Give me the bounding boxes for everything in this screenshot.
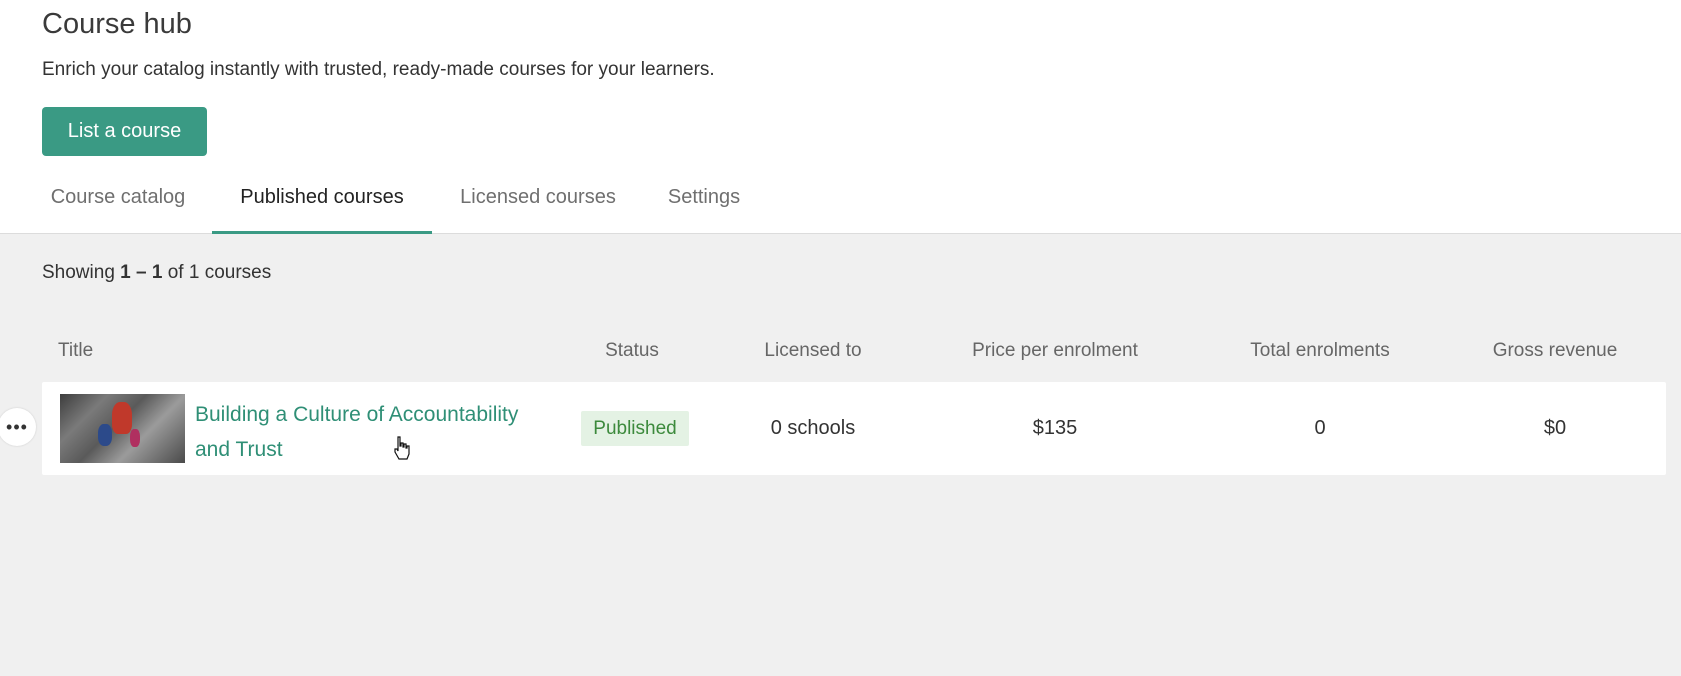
licensed-to-cell: 0 schools [770, 417, 856, 439]
column-header-gross-revenue: Gross revenue [1492, 340, 1618, 361]
column-header-title: Title [58, 340, 94, 361]
page-title: Course hub [42, 8, 192, 40]
results-count: Showing 1 – 1 of 1 courses [42, 262, 271, 284]
tab-course-catalog[interactable]: Course catalog [42, 175, 194, 233]
page-header: Course hub Enrich your catalog instantly… [0, 0, 1681, 234]
hand-pointer-icon [394, 436, 410, 460]
results-prefix: Showing [42, 262, 115, 283]
gross-revenue-cell: $0 [1543, 417, 1567, 439]
thumbnail-figure [98, 424, 112, 446]
page-subtitle: Enrich your catalog instantly with trust… [42, 59, 715, 80]
list-course-button[interactable]: List a course [42, 107, 207, 156]
column-header-total-enrolments: Total enrolments [1250, 340, 1390, 361]
status-badge: Published [581, 411, 689, 446]
table-row[interactable]: Building a Culture of Accountability and… [42, 382, 1666, 475]
thumbnail-figure [130, 429, 140, 447]
row-more-options-icon[interactable]: ••• [0, 408, 36, 446]
tab-published-courses[interactable]: Published courses [212, 175, 432, 234]
price-cell: $135 [1032, 417, 1078, 439]
tab-settings[interactable]: Settings [662, 175, 746, 233]
course-thumbnail [60, 394, 185, 463]
results-range: 1 – 1 [120, 262, 163, 283]
column-header-status: Status [605, 340, 659, 361]
column-header-licensed-to: Licensed to [764, 340, 862, 361]
active-tab-indicator [212, 231, 432, 234]
tab-licensed-courses[interactable]: Licensed courses [450, 175, 626, 233]
course-title-link[interactable]: Building a Culture of Accountability and… [195, 397, 525, 467]
tab-published-courses-label: Published courses [240, 186, 404, 208]
results-suffix: of 1 courses [167, 262, 272, 283]
thumbnail-figure [112, 402, 132, 434]
total-enrolments-cell: 0 [1314, 417, 1326, 439]
tab-bar: Course catalog Published courses License… [0, 175, 900, 234]
column-header-price: Price per enrolment [972, 340, 1138, 361]
